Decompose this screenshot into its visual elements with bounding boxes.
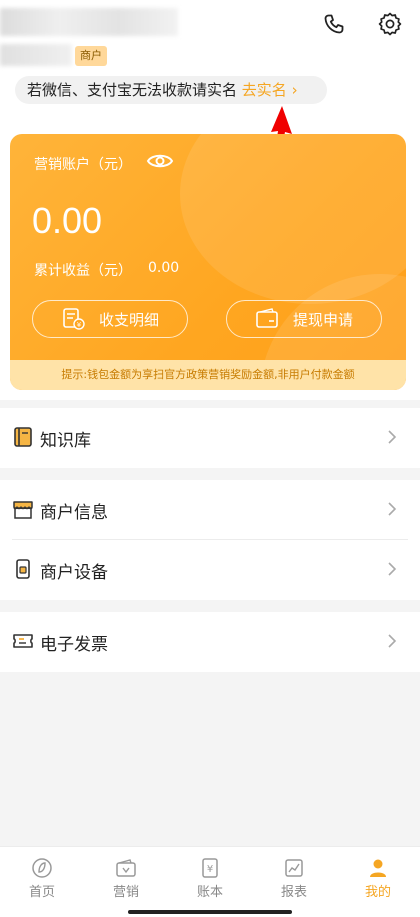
tab-mine[interactable]: 我的	[336, 847, 420, 917]
chevron-right-icon	[388, 502, 397, 516]
menu-item-merchant-info[interactable]: 商户信息	[0, 480, 420, 540]
real-name-notice[interactable]: 若微信、支付宝无法收款请实名 去实名 ›	[15, 76, 327, 104]
notice-text: 若微信、支付宝无法收款请实名	[27, 81, 238, 99]
home-indicator	[128, 910, 292, 914]
chevron-right-icon	[388, 430, 397, 444]
gear-icon[interactable]	[374, 8, 406, 40]
eye-icon[interactable]	[146, 150, 174, 172]
menu-item-label: 电子发票	[40, 634, 108, 655]
statement-icon: ¥	[63, 308, 85, 330]
tab-label: 账本	[196, 885, 223, 900]
tab-home[interactable]: 首页	[0, 847, 84, 917]
user-icon	[370, 859, 386, 877]
chevron-right-icon	[388, 634, 397, 648]
details-button-label: 收支明细	[98, 310, 159, 329]
menu-item-invoice[interactable]: 电子发票	[0, 612, 420, 672]
yuan-ledger-icon: ¥	[202, 858, 218, 878]
store-icon	[13, 501, 33, 519]
merchant-badge: 商户	[75, 46, 107, 66]
cumulative-label: 累计收益（元）	[34, 263, 132, 279]
menu-group-knowledge: 知识库	[0, 408, 420, 468]
tab-ledger[interactable]: ¥ 账本	[168, 847, 252, 917]
svg-text:¥: ¥	[207, 864, 213, 875]
ticket-icon	[13, 634, 33, 648]
svg-text:¥: ¥	[77, 321, 82, 329]
account-balance: 0.00	[32, 200, 103, 241]
blurred-merchant-id	[0, 44, 72, 66]
wallet-icon	[256, 308, 278, 328]
home-leaf-icon	[32, 858, 52, 878]
card-tip: 提示:钱包金额为享扫官方政策营销奖励金额,非用户付款金额	[10, 360, 406, 390]
real-name-link[interactable]: 去实名	[242, 81, 287, 99]
menu-item-label: 商户信息	[40, 502, 108, 523]
device-icon	[16, 559, 30, 579]
withdraw-button-label: 提现申请	[292, 310, 353, 329]
chevron-right-icon: ›	[291, 81, 298, 99]
menu-item-label: 知识库	[40, 430, 91, 451]
book-icon	[14, 427, 32, 447]
chevron-right-icon	[388, 562, 397, 576]
account-label: 营销账户（元）	[34, 157, 132, 173]
wallet-icon	[116, 859, 136, 877]
cumulative-value: 0.00	[148, 260, 180, 276]
details-button[interactable]: ¥ 收支明细	[32, 300, 188, 338]
menu-group-invoice: 电子发票	[0, 612, 420, 672]
chart-icon	[285, 859, 303, 877]
phone-icon[interactable]	[318, 8, 350, 40]
marketing-account-card: 营销账户（元） 0.00 累计收益（元） 0.00 ¥ 收支明细 提现申请 提示…	[10, 134, 406, 390]
tab-label: 我的	[364, 885, 391, 900]
tab-label: 报表	[280, 885, 307, 900]
tab-label: 营销	[112, 885, 139, 900]
menu-item-knowledge[interactable]: 知识库	[0, 408, 420, 468]
tab-reports[interactable]: 报表	[252, 847, 336, 917]
menu-group-merchant: 商户信息 商户设备	[0, 480, 420, 600]
tab-label: 首页	[28, 885, 55, 900]
bottom-tab-bar: 首页 营销 ¥ 账本 报表 我的	[0, 846, 420, 917]
menu-item-merchant-device[interactable]: 商户设备	[0, 540, 420, 600]
blurred-merchant-name	[0, 8, 178, 36]
withdraw-button[interactable]: 提现申请	[226, 300, 382, 338]
tab-marketing[interactable]: 营销	[84, 847, 168, 917]
menu-item-label: 商户设备	[40, 562, 108, 583]
header-area: 商户 若微信、支付宝无法收款请实名 去实名 › 营销账户（元） 0.00 累计收…	[0, 0, 420, 400]
